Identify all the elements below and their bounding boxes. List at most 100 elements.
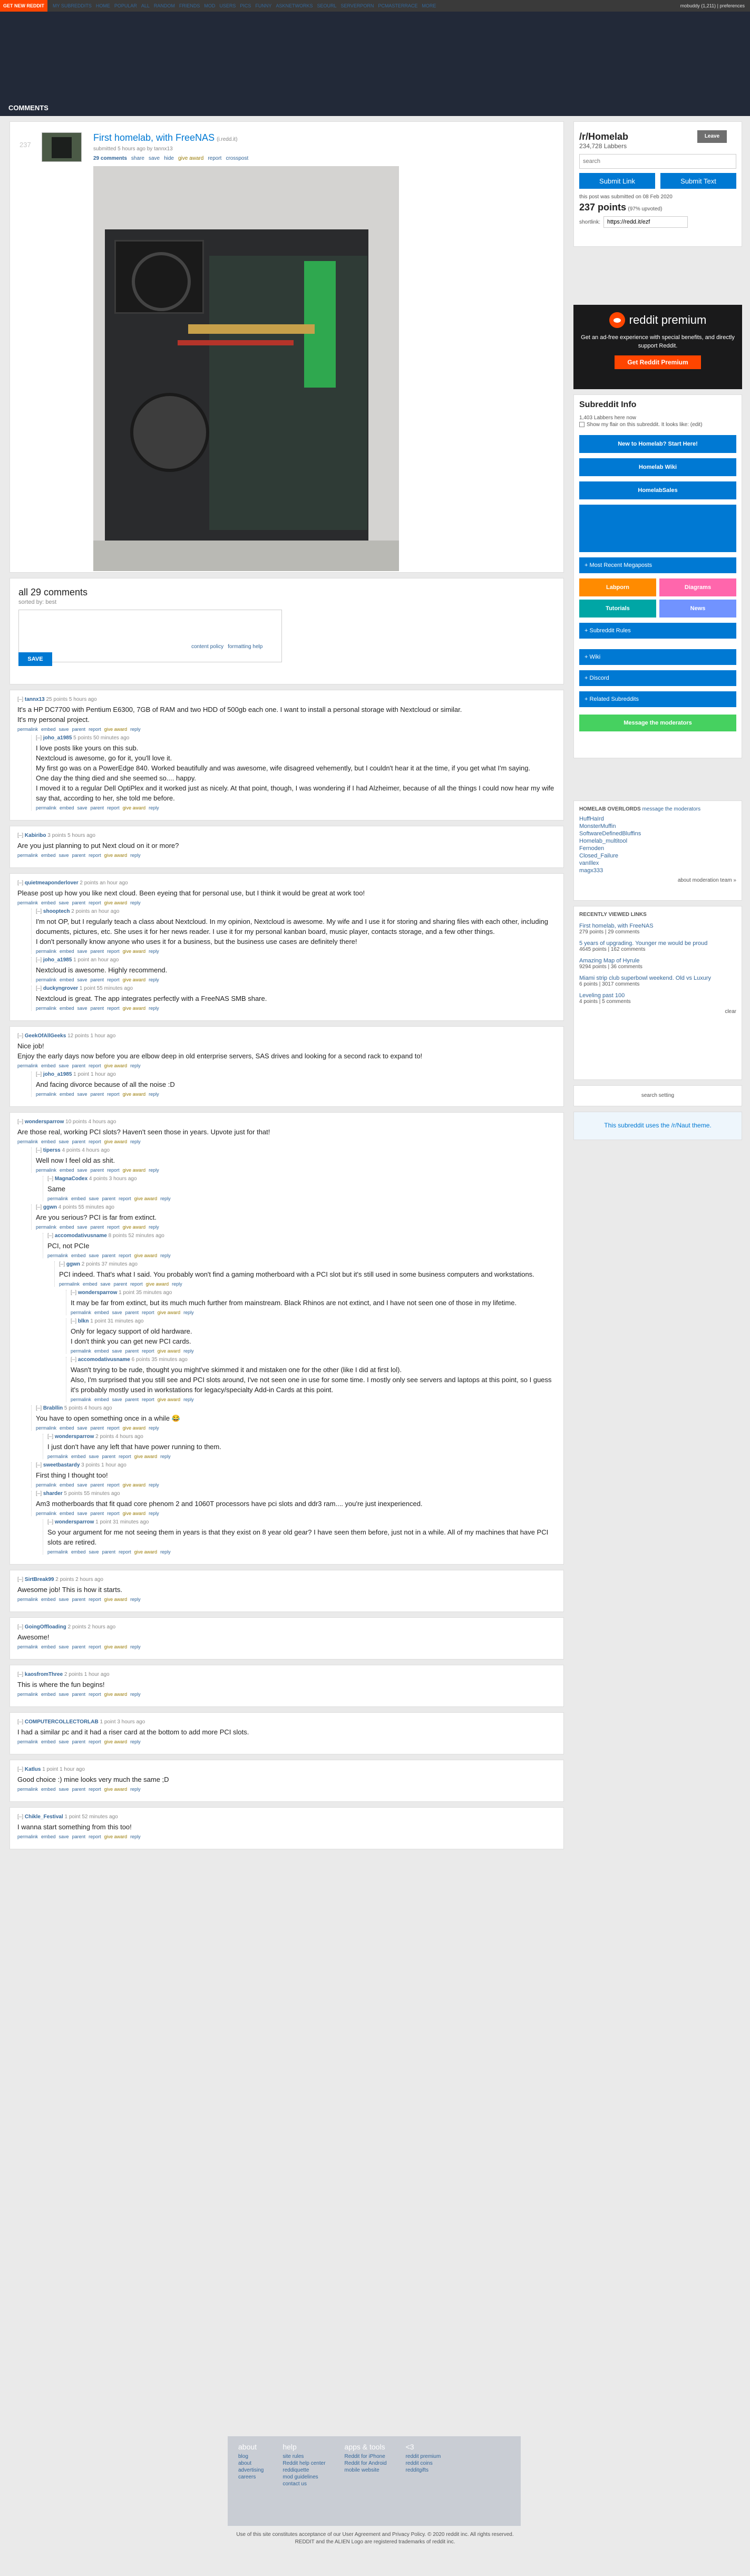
report-link[interactable]: report <box>89 1834 101 1839</box>
parent-link[interactable]: parent <box>125 1348 139 1354</box>
permalink-link[interactable]: permalink <box>59 1281 80 1287</box>
save-link[interactable]: save <box>77 1482 87 1488</box>
permalink-link[interactable]: permalink <box>36 949 56 954</box>
parent-link[interactable]: parent <box>91 977 104 982</box>
reply-link[interactable]: reply <box>183 1348 194 1354</box>
save-link[interactable]: save <box>59 1644 69 1649</box>
reply-link[interactable]: reply <box>130 727 141 732</box>
discord-toggle[interactable]: + Discord <box>579 670 736 686</box>
permalink-link[interactable]: permalink <box>17 1739 38 1744</box>
permalink-link[interactable]: permalink <box>71 1348 91 1354</box>
recent-link-title[interactable]: Miami strip club superbowl weekend. Old … <box>579 975 736 981</box>
parent-link[interactable]: parent <box>91 1224 104 1230</box>
moderator-link[interactable]: MonsterMuffin <box>579 823 736 830</box>
embed-link[interactable]: embed <box>41 853 56 858</box>
save-link[interactable]: save <box>149 156 160 165</box>
embed-link[interactable]: embed <box>41 1739 56 1744</box>
tag-diagrams[interactable]: Diagrams <box>659 578 736 596</box>
search-input[interactable] <box>579 154 736 169</box>
report-link[interactable]: report <box>107 1482 120 1488</box>
embed-link[interactable]: embed <box>60 805 74 811</box>
save-link[interactable]: save <box>77 1511 87 1516</box>
reply-link[interactable]: reply <box>160 1454 171 1459</box>
leave-button[interactable]: Leave <box>697 130 727 143</box>
permalink-link[interactable]: permalink <box>17 727 38 732</box>
embed-link[interactable]: embed <box>71 1196 86 1201</box>
reply-link[interactable]: reply <box>160 1253 171 1258</box>
comment-author[interactable]: accomodativusname <box>55 1233 107 1239</box>
parent-link[interactable]: parent <box>114 1281 128 1287</box>
report-link[interactable]: report <box>142 1348 154 1354</box>
recent-link-title[interactable]: First homelab, with FreeNAS <box>579 923 736 929</box>
report-link[interactable]: report <box>107 1511 120 1516</box>
recent-link-title[interactable]: 5 years of upgrading. Younger me would b… <box>579 940 736 947</box>
comment-author[interactable]: Brabllin <box>43 1405 63 1411</box>
report-link[interactable]: report <box>89 727 101 732</box>
give-award-link[interactable]: give award <box>104 1597 128 1602</box>
give-award-link[interactable]: give award <box>104 1834 128 1839</box>
reply-link[interactable]: reply <box>183 1310 194 1315</box>
give-award-link[interactable]: give award <box>158 1397 181 1402</box>
report-link[interactable]: report <box>142 1397 154 1402</box>
reply-link[interactable]: reply <box>183 1397 194 1402</box>
rules-toggle[interactable]: + Subreddit Rules <box>579 623 736 639</box>
reply-link[interactable]: reply <box>149 1224 159 1230</box>
reply-link[interactable]: reply <box>130 853 141 858</box>
save-link[interactable]: save <box>112 1397 122 1402</box>
comment-author[interactable]: joho_a1985 <box>43 957 72 963</box>
give-award-link[interactable]: give award <box>123 1224 146 1230</box>
parent-link[interactable]: parent <box>91 805 104 811</box>
reply-link[interactable]: reply <box>130 1644 141 1649</box>
permalink-link[interactable]: permalink <box>71 1397 91 1402</box>
post-image[interactable] <box>93 166 399 571</box>
sort-selector[interactable]: sorted by: best <box>18 599 555 605</box>
give-award-link[interactable]: give award <box>123 1168 146 1173</box>
shortlink-field[interactable] <box>603 216 688 228</box>
related-toggle[interactable]: + Related Subreddits <box>579 691 736 707</box>
comment-author[interactable]: tiperss <box>43 1147 61 1153</box>
footer-link[interactable]: Reddit for Android <box>345 2460 387 2467</box>
permalink-link[interactable]: permalink <box>36 1511 56 1516</box>
give-award-link[interactable]: give award <box>123 977 146 982</box>
give-award-link[interactable]: give award <box>104 900 128 905</box>
comment-author[interactable]: COMPUTERCOLLECTORLAB <box>25 1719 99 1725</box>
report-link[interactable]: report <box>89 1597 101 1602</box>
moderator-link[interactable]: Homelab_multitool <box>579 837 736 845</box>
permalink-link[interactable]: permalink <box>47 1549 68 1555</box>
parent-link[interactable]: parent <box>102 1549 116 1555</box>
save-link[interactable]: save <box>59 727 69 732</box>
hide-link[interactable]: hide <box>164 156 174 165</box>
parent-link[interactable]: parent <box>91 1425 104 1431</box>
report-link[interactable]: report <box>89 1644 101 1649</box>
mod-team-link[interactable]: about moderation team » <box>579 877 736 883</box>
report-link[interactable]: report <box>119 1196 131 1201</box>
embed-link[interactable]: embed <box>94 1348 109 1354</box>
comment-author[interactable]: tannx13 <box>25 697 45 702</box>
embed-link[interactable]: embed <box>71 1549 86 1555</box>
give-award-link[interactable]: give award <box>123 805 146 811</box>
permalink-link[interactable]: permalink <box>17 853 38 858</box>
embed-link[interactable]: embed <box>41 1834 56 1839</box>
save-link[interactable]: save <box>89 1253 99 1258</box>
permalink-link[interactable]: permalink <box>36 1482 56 1488</box>
footer-link[interactable]: careers <box>238 2474 264 2481</box>
embed-link[interactable]: embed <box>41 1063 56 1068</box>
clear-link[interactable]: clear <box>579 1009 736 1015</box>
embed-link[interactable]: embed <box>41 1787 56 1792</box>
parent-link[interactable]: parent <box>125 1310 139 1315</box>
tab-comments[interactable]: COMMENTS <box>8 104 48 112</box>
comment-author[interactable]: GoingOffloading <box>25 1624 66 1630</box>
parent-link[interactable]: parent <box>72 1787 86 1792</box>
permalink-link[interactable]: permalink <box>36 977 56 982</box>
permalink-link[interactable]: permalink <box>17 1139 38 1144</box>
save-link[interactable]: save <box>59 853 69 858</box>
footer-link[interactable]: about <box>238 2460 264 2467</box>
save-link[interactable]: save <box>89 1196 99 1201</box>
post-title[interactable]: First homelab, with FreeNAS (i.redd.it) <box>93 132 238 143</box>
comment-author[interactable]: blkn <box>78 1318 89 1324</box>
parent-link[interactable]: parent <box>72 900 86 905</box>
permalink-link[interactable]: permalink <box>47 1196 68 1201</box>
parent-link[interactable]: parent <box>91 1511 104 1516</box>
parent-link[interactable]: parent <box>91 1092 104 1097</box>
flair-checkbox[interactable] <box>579 422 585 427</box>
